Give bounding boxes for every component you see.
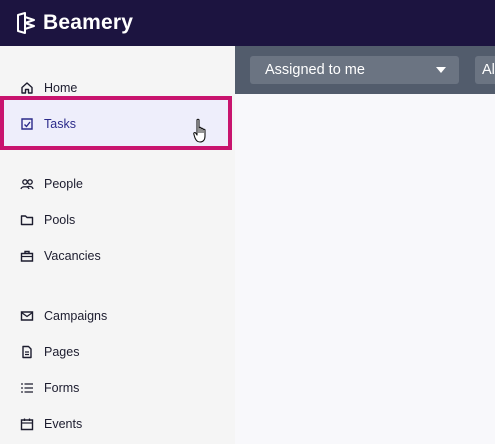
sidebar-item-label: Vacancies: [44, 249, 101, 263]
people-icon: [20, 177, 34, 191]
sidebar-item-home[interactable]: Home: [0, 70, 235, 106]
second-filter-value: Al: [482, 62, 495, 78]
main-content: [235, 94, 495, 444]
sidebar-item-campaigns[interactable]: Campaigns: [0, 298, 235, 334]
sidebar-item-pools[interactable]: Pools: [0, 202, 235, 238]
sidebar-item-label: Tasks: [44, 117, 76, 131]
caret-down-icon: [436, 67, 446, 73]
sidebar-item-label: Events: [44, 417, 83, 431]
sidebar-item-forms[interactable]: Forms: [0, 370, 235, 406]
filter-bar: Assigned to me Al: [235, 46, 495, 94]
tasks-icon: [20, 117, 34, 131]
calendar-icon: [20, 417, 34, 431]
home-icon: [20, 81, 34, 95]
beamery-logo[interactable]: Beamery: [15, 11, 133, 35]
sidebar-item-vacancies[interactable]: Vacancies: [0, 238, 235, 274]
second-filter-dropdown[interactable]: Al: [475, 56, 495, 84]
assignee-filter-dropdown[interactable]: Assigned to me: [250, 56, 459, 84]
top-bar: Beamery: [0, 0, 495, 46]
briefcase-icon: [20, 249, 34, 263]
sidebar-item-label: Pages: [44, 345, 80, 359]
folder-icon: [20, 213, 34, 227]
sidebar-item-label: Pools: [44, 213, 76, 227]
sidebar-item-label: Forms: [44, 381, 80, 395]
sidebar-item-label: Home: [44, 81, 78, 95]
brand-name: Beamery: [43, 11, 134, 34]
assignee-filter-value: Assigned to me: [265, 62, 365, 78]
list-icon: [20, 381, 34, 395]
sidebar-item-pages[interactable]: Pages: [0, 334, 235, 370]
hand-pointer-cursor-icon: [193, 118, 209, 150]
sidebar-item-events[interactable]: Events: [0, 406, 235, 442]
page-icon: [20, 345, 34, 359]
sidebar: Home Tasks People Pools Vacancies Campai…: [0, 46, 235, 444]
mail-icon: [20, 309, 34, 323]
beamery-logo-icon: [17, 12, 35, 34]
sidebar-item-label: Campaigns: [44, 309, 108, 323]
sidebar-item-people[interactable]: People: [0, 166, 235, 202]
sidebar-item-label: People: [44, 177, 83, 191]
